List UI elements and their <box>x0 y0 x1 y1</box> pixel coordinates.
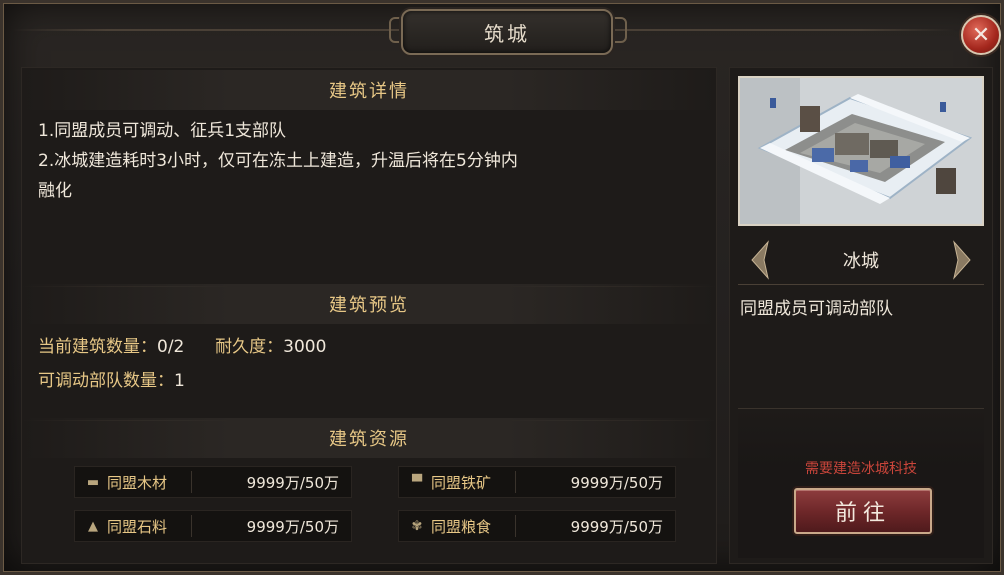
resource-stone: ▲ 同盟石料 9999万/50万 <box>74 510 352 542</box>
building-count-row: 当前建筑数量：0/2 耐久度：3000 <box>38 332 326 357</box>
resource-name: 同盟石料 <box>107 517 168 536</box>
resource-value: 9999万/50万 <box>570 473 663 492</box>
dialog-title: 筑城 <box>401 9 613 55</box>
resource-value: 9999万/50万 <box>246 517 339 536</box>
close-button[interactable]: ✕ <box>961 15 1001 55</box>
resource-iron: ▀ 同盟铁矿 9999万/50万 <box>398 466 676 498</box>
building-name: 冰城 <box>843 251 879 272</box>
arrow-left-icon <box>751 240 769 280</box>
detail-line: 融化 <box>38 181 72 201</box>
resource-value: 9999万/50万 <box>246 473 339 492</box>
arrow-right-icon <box>953 240 971 280</box>
resource-wood: ▬ 同盟木材 9999万/50万 <box>74 466 352 498</box>
previous-building-button[interactable] <box>748 240 770 280</box>
details-header: 建筑详情 <box>22 70 716 110</box>
troops-label: 可调动部队数量： <box>38 371 174 391</box>
resource-name: 同盟木材 <box>107 473 168 492</box>
go-button[interactable]: 前往 <box>794 488 932 534</box>
durability-value: 3000 <box>283 337 327 357</box>
next-building-button[interactable] <box>952 240 974 280</box>
iron-ore-icon: ▀ <box>412 474 422 490</box>
detail-line: 1.同盟成员可调动、征兵1支部队 <box>38 121 287 141</box>
divider <box>738 284 984 285</box>
building-count-value: 0/2 <box>157 337 185 357</box>
wood-icon: ▬ <box>86 474 100 490</box>
info-panel: 建筑详情 1.同盟成员可调动、征兵1支部队 2.冰城建造耗时3小时，仅可在冻土上… <box>21 67 717 564</box>
troops-value: 1 <box>174 371 185 391</box>
building-panel: 冰城 同盟成员可调动部队 需要建造冰城科技 前往 <box>729 67 993 564</box>
grain-icon: ✾ <box>411 518 423 534</box>
divider <box>738 408 984 409</box>
resource-name: 同盟粮食 <box>431 517 492 536</box>
details-text: 1.同盟成员可调动、征兵1支部队 2.冰城建造耗时3小时，仅可在冻土上建造，升温… <box>38 116 710 206</box>
building-preview-image <box>738 76 984 226</box>
requirement-text: 需要建造冰城科技 <box>805 461 917 477</box>
resource-value: 9999万/50万 <box>570 517 663 536</box>
building-description: 同盟成员可调动部队 <box>740 299 893 319</box>
detail-line: 2.冰城建造耗时3小时，仅可在冻土上建造，升温后将在5分钟内 <box>38 151 518 171</box>
requirement-area <box>738 408 984 558</box>
durability-label: 耐久度： <box>215 337 284 357</box>
resources-header: 建筑资源 <box>22 418 716 458</box>
building-count-label: 当前建筑数量： <box>38 337 157 357</box>
ice-city-illustration <box>740 78 982 224</box>
resource-grain: ✾ 同盟粮食 9999万/50万 <box>398 510 676 542</box>
close-icon: ✕ <box>971 22 991 48</box>
stone-icon: ▲ <box>88 518 98 534</box>
preview-header: 建筑预览 <box>22 284 716 324</box>
resource-name: 同盟铁矿 <box>431 473 492 492</box>
troops-row: 可调动部队数量：1 <box>38 366 185 391</box>
build-city-dialog: 筑城 ✕ 建筑详情 1.同盟成员可调动、征兵1支部队 2.冰城建造耗时3小时，仅… <box>0 0 1004 575</box>
